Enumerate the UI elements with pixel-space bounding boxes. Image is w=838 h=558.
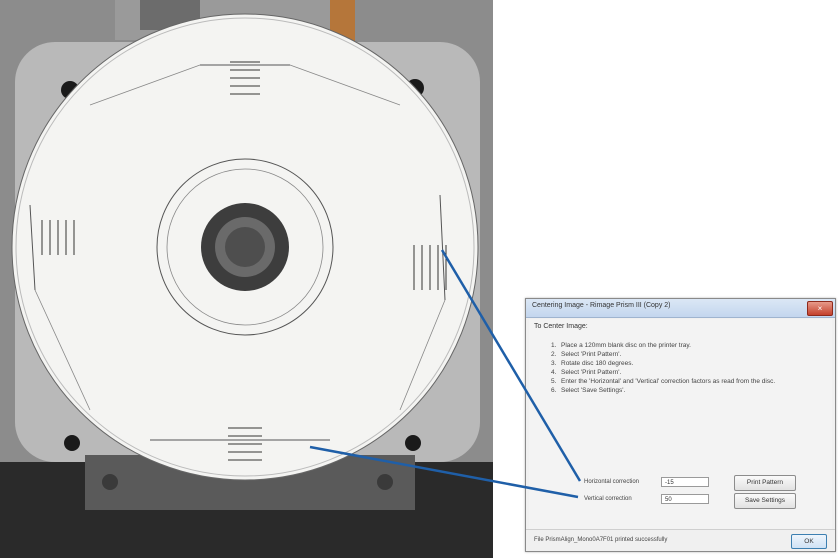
step-text: Select 'Print Pattern'.: [561, 351, 622, 358]
step-number: 5.: [551, 378, 557, 385]
status-text: File PrismAlign_Mono0A7F01 printed succe…: [534, 537, 668, 543]
step-text: Select 'Save Settings'.: [561, 387, 626, 394]
step-number: 4.: [551, 369, 557, 376]
instruction-step: 4. Select 'Print Pattern'.: [551, 368, 821, 377]
step-text: Enter the 'Horizontal' and 'Vertical' co…: [561, 378, 776, 385]
print-pattern-button[interactable]: Print Pattern: [734, 475, 796, 491]
disc-photo: [0, 0, 493, 558]
step-number: 6.: [551, 387, 557, 394]
step-number: 2.: [551, 351, 557, 358]
instruction-steps: 1. Place a 120mm blank disc on the print…: [551, 341, 821, 395]
step-number: 3.: [551, 360, 557, 367]
status-bar: File PrismAlign_Mono0A7F01 printed succe…: [526, 529, 835, 551]
instruction-step: 2. Select 'Print Pattern'.: [551, 350, 821, 359]
save-settings-button[interactable]: Save Settings: [734, 493, 796, 509]
instruction-step: 3. Rotate disc 180 degrees.: [551, 359, 821, 368]
dialog-titlebar[interactable]: Centering Image - Rimage Prism III (Copy…: [526, 299, 835, 318]
instructions-heading: To Center Image:: [534, 323, 588, 330]
instruction-step: 5. Enter the 'Horizontal' and 'Vertical'…: [551, 377, 821, 386]
dialog-title: Centering Image - Rimage Prism III (Copy…: [532, 302, 671, 309]
centering-image-dialog: Centering Image - Rimage Prism III (Copy…: [525, 298, 836, 552]
instruction-step: 1. Place a 120mm blank disc on the print…: [551, 341, 821, 350]
instruction-step: 6. Select 'Save Settings'.: [551, 386, 821, 395]
step-text: Rotate disc 180 degrees.: [561, 360, 634, 367]
step-number: 1.: [551, 342, 557, 349]
horizontal-correction-input[interactable]: -15: [661, 477, 709, 487]
step-text: Select 'Print Pattern'.: [561, 369, 622, 376]
close-button[interactable]: ×: [807, 301, 833, 316]
horizontal-correction-label: Horizontal correction: [584, 479, 640, 485]
vertical-correction-input[interactable]: 50: [661, 494, 709, 504]
vertical-correction-label: Vertical correction: [584, 496, 632, 502]
dialog-body: To Center Image: 1. Place a 120mm blank …: [529, 319, 832, 529]
step-text: Place a 120mm blank disc on the printer …: [561, 342, 691, 349]
ok-button[interactable]: OK: [791, 534, 827, 549]
